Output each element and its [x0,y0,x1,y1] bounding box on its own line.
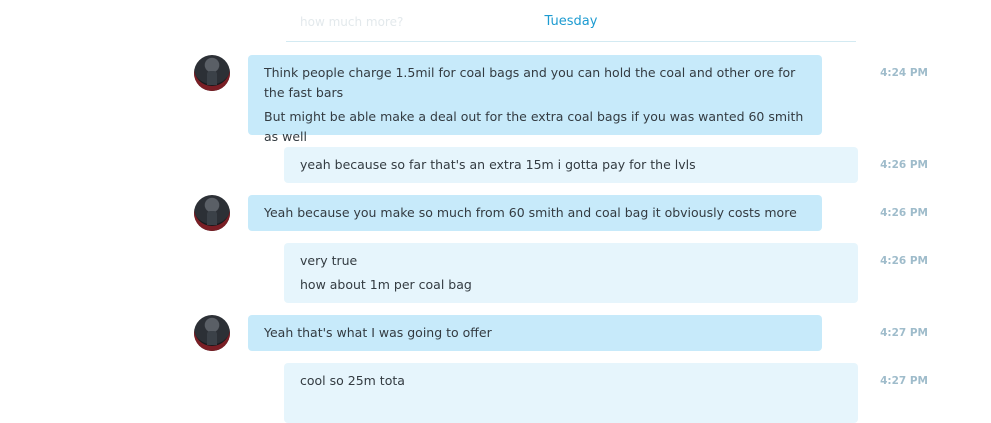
incoming-message[interactable]: Yeah that's what I was going to offer [248,315,822,351]
day-divider: Tuesday [286,10,856,42]
message-text: Yeah that's what I was going to offer [264,325,492,340]
message-text: But might be able make a deal out for th… [264,109,804,144]
outgoing-message[interactable]: very true how about 1m per coal bag [284,243,858,303]
contact-avatar[interactable] [194,315,230,351]
message-timestamp: 4:26 PM [880,159,928,171]
message-timestamp: 4:24 PM [880,67,928,79]
message-text: Think people charge 1.5mil for coal bags… [264,65,796,100]
day-divider-label: Tuesday [534,14,608,29]
outgoing-message[interactable]: yeah because so far that's an extra 15m … [284,147,858,183]
outgoing-message[interactable]: cool so 25m tota [284,363,858,423]
message-timestamp: 4:27 PM [880,327,928,339]
message-text: yeah because so far that's an extra 15m … [300,157,696,172]
message-text: how about 1m per coal bag [300,277,472,292]
contact-avatar[interactable] [194,195,230,231]
message-text: very true [300,253,358,268]
incoming-message[interactable]: Yeah because you make so much from 60 sm… [248,195,822,231]
message-timestamp: 4:26 PM [880,255,928,267]
message-timestamp: 4:27 PM [880,375,928,387]
message-text: Yeah because you make so much from 60 sm… [264,205,797,220]
message-timestamp: 4:26 PM [880,207,928,219]
contact-avatar[interactable] [194,55,230,91]
message-text: cool so 25m tota [300,373,405,388]
incoming-message[interactable]: Think people charge 1.5mil for coal bags… [248,55,822,144]
